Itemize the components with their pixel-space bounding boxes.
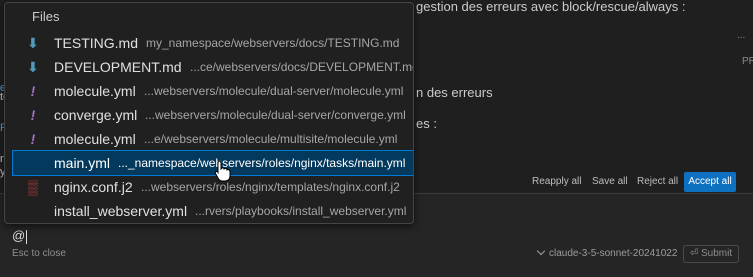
- file-path: my_namespace/webservers/docs/TESTING.md: [146, 36, 400, 50]
- esc-hint: Esc to close: [12, 248, 66, 259]
- yaml-icon: !: [30, 131, 36, 147]
- background-fragment: PR: [742, 56, 753, 67]
- hand-pointer-icon: [214, 160, 231, 182]
- diff-action-bar: Reapply all Save all Reject all Accept a…: [412, 172, 740, 194]
- file-name: nginx.conf.j2: [54, 179, 133, 195]
- file-picker-popup: Files ⬇ TESTING.md my_namespace/webservers…: [4, 2, 414, 224]
- model-selector[interactable]: claude-3-5-sonnet-20241022: [536, 246, 678, 259]
- file-name: molecule.yml: [54, 131, 136, 147]
- yaml-icon: !: [30, 83, 36, 99]
- save-all-button[interactable]: Save all: [592, 172, 628, 192]
- markdown-arrow-icon: ⬇: [27, 59, 39, 75]
- file-item[interactable]: main.yml ..._namespace/webservers/roles/n…: [12, 150, 413, 176]
- yaml-icon: !: [30, 107, 36, 123]
- background-text-line: gestion des erreurs avec block/rescue/al…: [416, 0, 686, 14]
- model-name: claude-3-5-sonnet-20241022: [549, 248, 678, 259]
- file-path: ...rvers/playbooks/install_webserver.yml: [195, 204, 407, 218]
- reapply-all-button[interactable]: Reapply all: [532, 172, 581, 192]
- file-name: DEVELOPMENT.md: [54, 59, 182, 75]
- file-path: ...webservers/molecule/dual-server/conve…: [145, 108, 406, 122]
- file-name: install_webserver.yml: [54, 203, 188, 219]
- file-item[interactable]: ▒ nginx.conf.j2 ...webservers/roles/nginx/…: [13, 175, 413, 199]
- file-item[interactable]: ! molecule.yml ...webservers/molecule/dual…: [13, 79, 413, 103]
- accept-all-button[interactable]: Accept all: [684, 172, 736, 192]
- file-name: converge.yml: [54, 107, 138, 123]
- file-item[interactable]: ⬇ DEVELOPMENT.md ...ce/webservers/docs/DEV…: [13, 55, 413, 79]
- popup-title: Files: [32, 9, 60, 24]
- chevron-down-icon: [536, 246, 546, 256]
- background-text-line: n des erreurs: [416, 85, 493, 100]
- file-name: TESTING.md: [54, 35, 139, 51]
- file-item[interactable]: install_webserver.yml ...rvers/playbooks/…: [13, 199, 413, 223]
- file-name: main.yml: [54, 155, 111, 171]
- file-item[interactable]: ⬇ TESTING.md my_namespace/webservers/docs/…: [13, 31, 413, 55]
- file-path: ...ce/webservers/docs/DEVELOPMENT.md: [190, 60, 413, 74]
- file-path: ..._namespace/webservers/roles/nginx/tas…: [118, 156, 406, 170]
- file-path: ...webservers/molecule/dual-server/molec…: [144, 84, 404, 98]
- chat-input[interactable]: @: [12, 228, 28, 244]
- jinja-icon: ▒: [28, 179, 38, 195]
- markdown-arrow-icon: ⬇: [27, 35, 39, 51]
- file-item[interactable]: ! molecule.yml ...e/webservers/molecule/mu…: [13, 127, 413, 151]
- chat-input-value: @: [12, 228, 26, 243]
- text-caret: [26, 229, 28, 244]
- file-item[interactable]: ! converge.yml ...webservers/molecule/dual…: [13, 103, 413, 127]
- background-text-line: es :: [416, 116, 437, 131]
- background-fragment: ...: [737, 30, 746, 41]
- file-path: ...webservers/roles/nginx/templates/ngin…: [141, 180, 400, 194]
- submit-label: Submit: [701, 248, 733, 259]
- submit-button[interactable]: ⏎ Submit: [683, 245, 739, 263]
- file-name: molecule.yml: [54, 83, 136, 99]
- reject-all-button[interactable]: Reject all: [637, 172, 678, 192]
- file-path: ...e/webservers/molecule/multisite/molec…: [144, 132, 398, 146]
